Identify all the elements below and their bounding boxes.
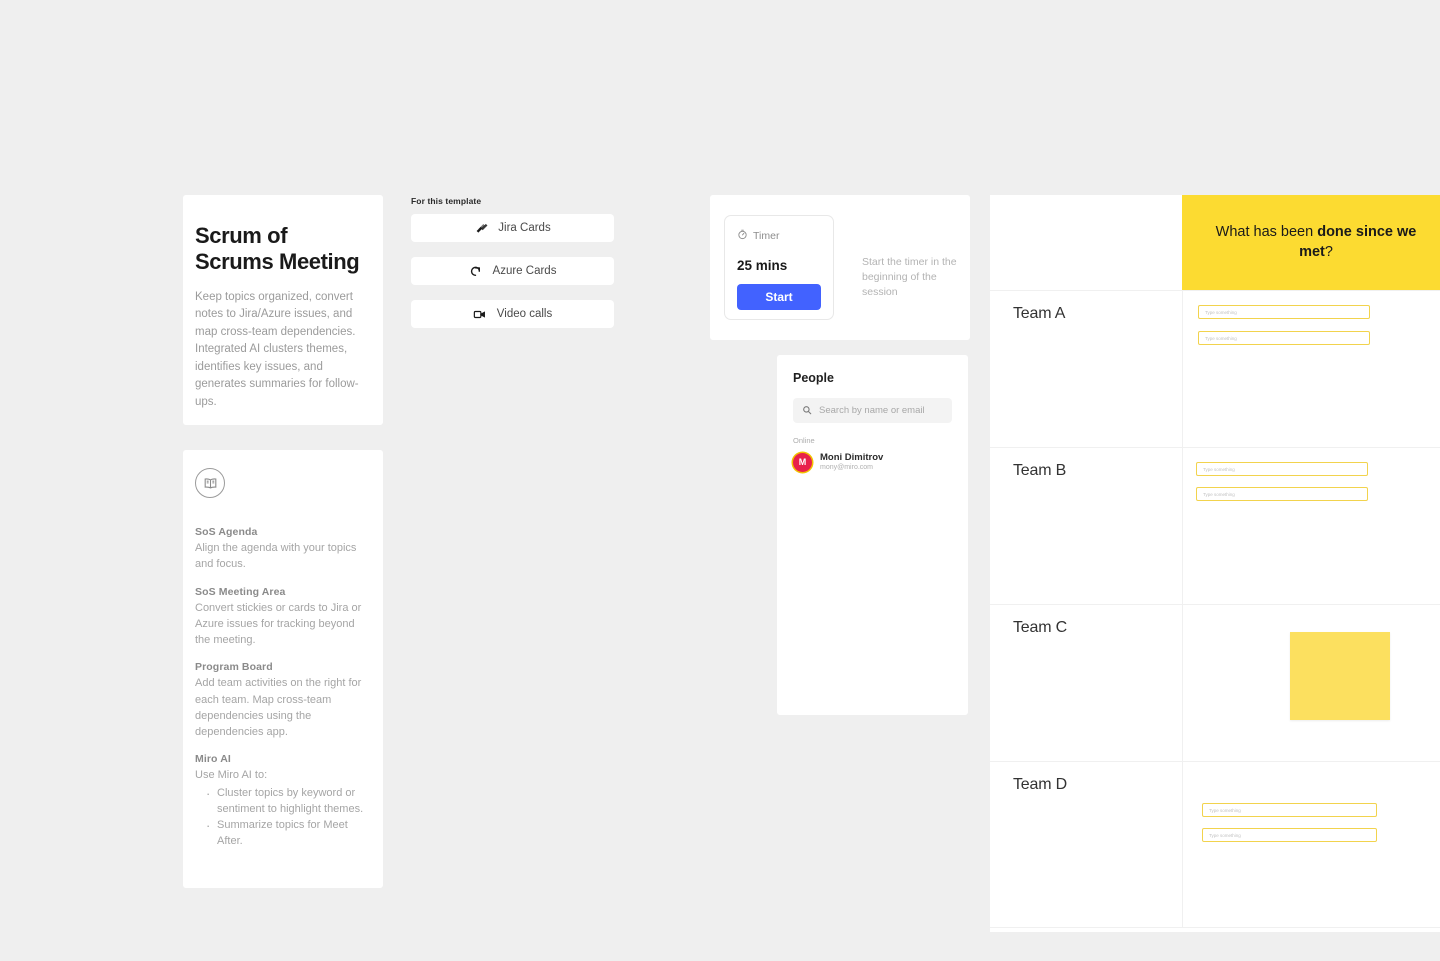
agenda-block: Program Board Add team activities on the…	[195, 661, 369, 740]
miro-ai-list: Cluster topics by keyword or sentiment t…	[195, 784, 369, 850]
column-divider	[1182, 448, 1183, 604]
board-header-row: What has been done since we met?	[990, 195, 1440, 290]
note-input[interactable]: Type something	[1202, 803, 1377, 817]
video-calls-label: Video calls	[496, 308, 553, 320]
apps-section-label: For this template	[411, 196, 482, 206]
agenda-block: SoS Agenda Align the agenda with your to…	[195, 526, 369, 573]
miro-board-canvas: Scrum of Scrums Meeting Keep topics orga…	[0, 0, 1440, 961]
board-column-header: What has been done since we met?	[1182, 195, 1440, 290]
agenda-block-heading: Program Board	[195, 661, 273, 674]
video-calls-button[interactable]: Video calls	[411, 300, 614, 328]
note-placeholder: Type something	[1203, 466, 1235, 472]
miro-ai-intro: Use Miro AI to:	[195, 769, 268, 782]
search-icon	[802, 402, 812, 420]
note-input[interactable]: Type something	[1196, 487, 1368, 501]
azure-cards-label: Azure Cards	[492, 265, 557, 277]
timer-label: Timer	[753, 230, 780, 242]
video-camera-icon	[473, 307, 487, 321]
book-icon	[195, 468, 225, 498]
jira-cards-button[interactable]: Jira Cards	[411, 214, 614, 242]
sticky-note[interactable]	[1290, 632, 1390, 720]
person-info: Moni Dimitrov mony@miro.com	[820, 452, 883, 473]
table-row: Team A Type something Type something	[990, 290, 1440, 447]
stopwatch-icon	[737, 227, 748, 245]
note-input[interactable]: Type something	[1202, 828, 1377, 842]
instructions-card: SoS Agenda Align the agenda with your to…	[183, 450, 383, 888]
column-divider	[1182, 605, 1183, 761]
program-board: What has been done since we met? Team A …	[990, 195, 1440, 932]
column-divider	[1182, 762, 1183, 927]
avatar: M	[793, 452, 812, 472]
column-divider	[1182, 291, 1183, 447]
list-item[interactable]: M Moni Dimitrov mony@miro.com	[793, 452, 952, 473]
people-search-placeholder: Search by name or email	[819, 405, 925, 416]
timer-value: 25 mins	[737, 258, 788, 273]
timer-widget: Timer 25 mins Start	[724, 215, 834, 320]
agenda-block-heading: SoS Agenda	[195, 526, 258, 538]
azure-cards-button[interactable]: Azure Cards	[411, 257, 614, 285]
agenda-block-body: Align the agenda with your topics and fo…	[195, 542, 357, 571]
people-panel-title: People	[793, 371, 834, 385]
timer-panel: Timer 25 mins Start Start the timer in t…	[710, 195, 970, 340]
banner-prefix: What has been	[1215, 224, 1318, 241]
table-row: Team C	[990, 604, 1440, 761]
timer-header: Timer	[737, 227, 821, 245]
board-column-header-text: What has been done since we met?	[1200, 223, 1432, 261]
template-apps-panel: For this template Jira Cards Azure Cards	[411, 196, 614, 343]
note-placeholder: Type something	[1209, 832, 1241, 838]
list-item: Cluster topics by keyword or sentiment t…	[195, 784, 369, 818]
page-title: Scrum of Scrums Meeting	[195, 223, 360, 274]
person-name: Moni Dimitrov	[820, 452, 884, 463]
agenda-block-body: Add team activities on the right for eac…	[195, 677, 362, 739]
banner-bold: done since we met	[1299, 224, 1417, 260]
team-label: Team B	[1013, 462, 1067, 479]
note-input[interactable]: Type something	[1198, 331, 1370, 345]
note-placeholder: Type something	[1203, 491, 1235, 497]
jira-cards-label: Jira Cards	[498, 222, 551, 234]
list-item: Summarize topics for Meet After.	[195, 816, 369, 850]
board-bottom-edge	[990, 927, 1440, 932]
note-input[interactable]: Type something	[1196, 462, 1368, 476]
banner-suffix: ?	[1324, 243, 1333, 260]
agenda-block-heading: SoS Meeting Area	[195, 585, 286, 598]
note-input[interactable]: Type something	[1198, 305, 1370, 319]
people-search-input[interactable]: Search by name or email	[793, 398, 952, 423]
note-placeholder: Type something	[1205, 309, 1237, 315]
note-placeholder: Type something	[1205, 335, 1237, 341]
person-email: mony@miro.com	[820, 463, 874, 471]
jira-icon	[474, 221, 488, 235]
people-panel: People Search by name or email Online M …	[777, 355, 968, 715]
template-title-card: Scrum of Scrums Meeting Keep topics orga…	[183, 195, 383, 425]
agenda-block-body: Convert stickies or cards to Jira or Azu…	[195, 601, 362, 647]
team-label: Team A	[1013, 305, 1066, 322]
team-label: Team D	[1013, 776, 1067, 793]
table-row: Team B Type something Type something	[990, 447, 1440, 604]
azure-icon	[469, 264, 483, 278]
miro-ai-block: Miro AI Use Miro AI to: Cluster topics b…	[195, 753, 369, 849]
online-section-label: Online	[793, 436, 815, 445]
start-timer-button[interactable]: Start	[737, 284, 821, 310]
team-label: Team C	[1013, 619, 1067, 636]
miro-ai-heading: Miro AI	[195, 753, 231, 766]
table-row: Team D Type something Type something	[990, 761, 1440, 927]
timer-hint-text: Start the timer in the beginning of the …	[862, 256, 957, 298]
agenda-block: SoS Meeting Area Convert stickies or car…	[195, 586, 369, 649]
note-placeholder: Type something	[1209, 807, 1241, 813]
template-description: Keep topics organized, convert notes to …	[195, 290, 359, 408]
